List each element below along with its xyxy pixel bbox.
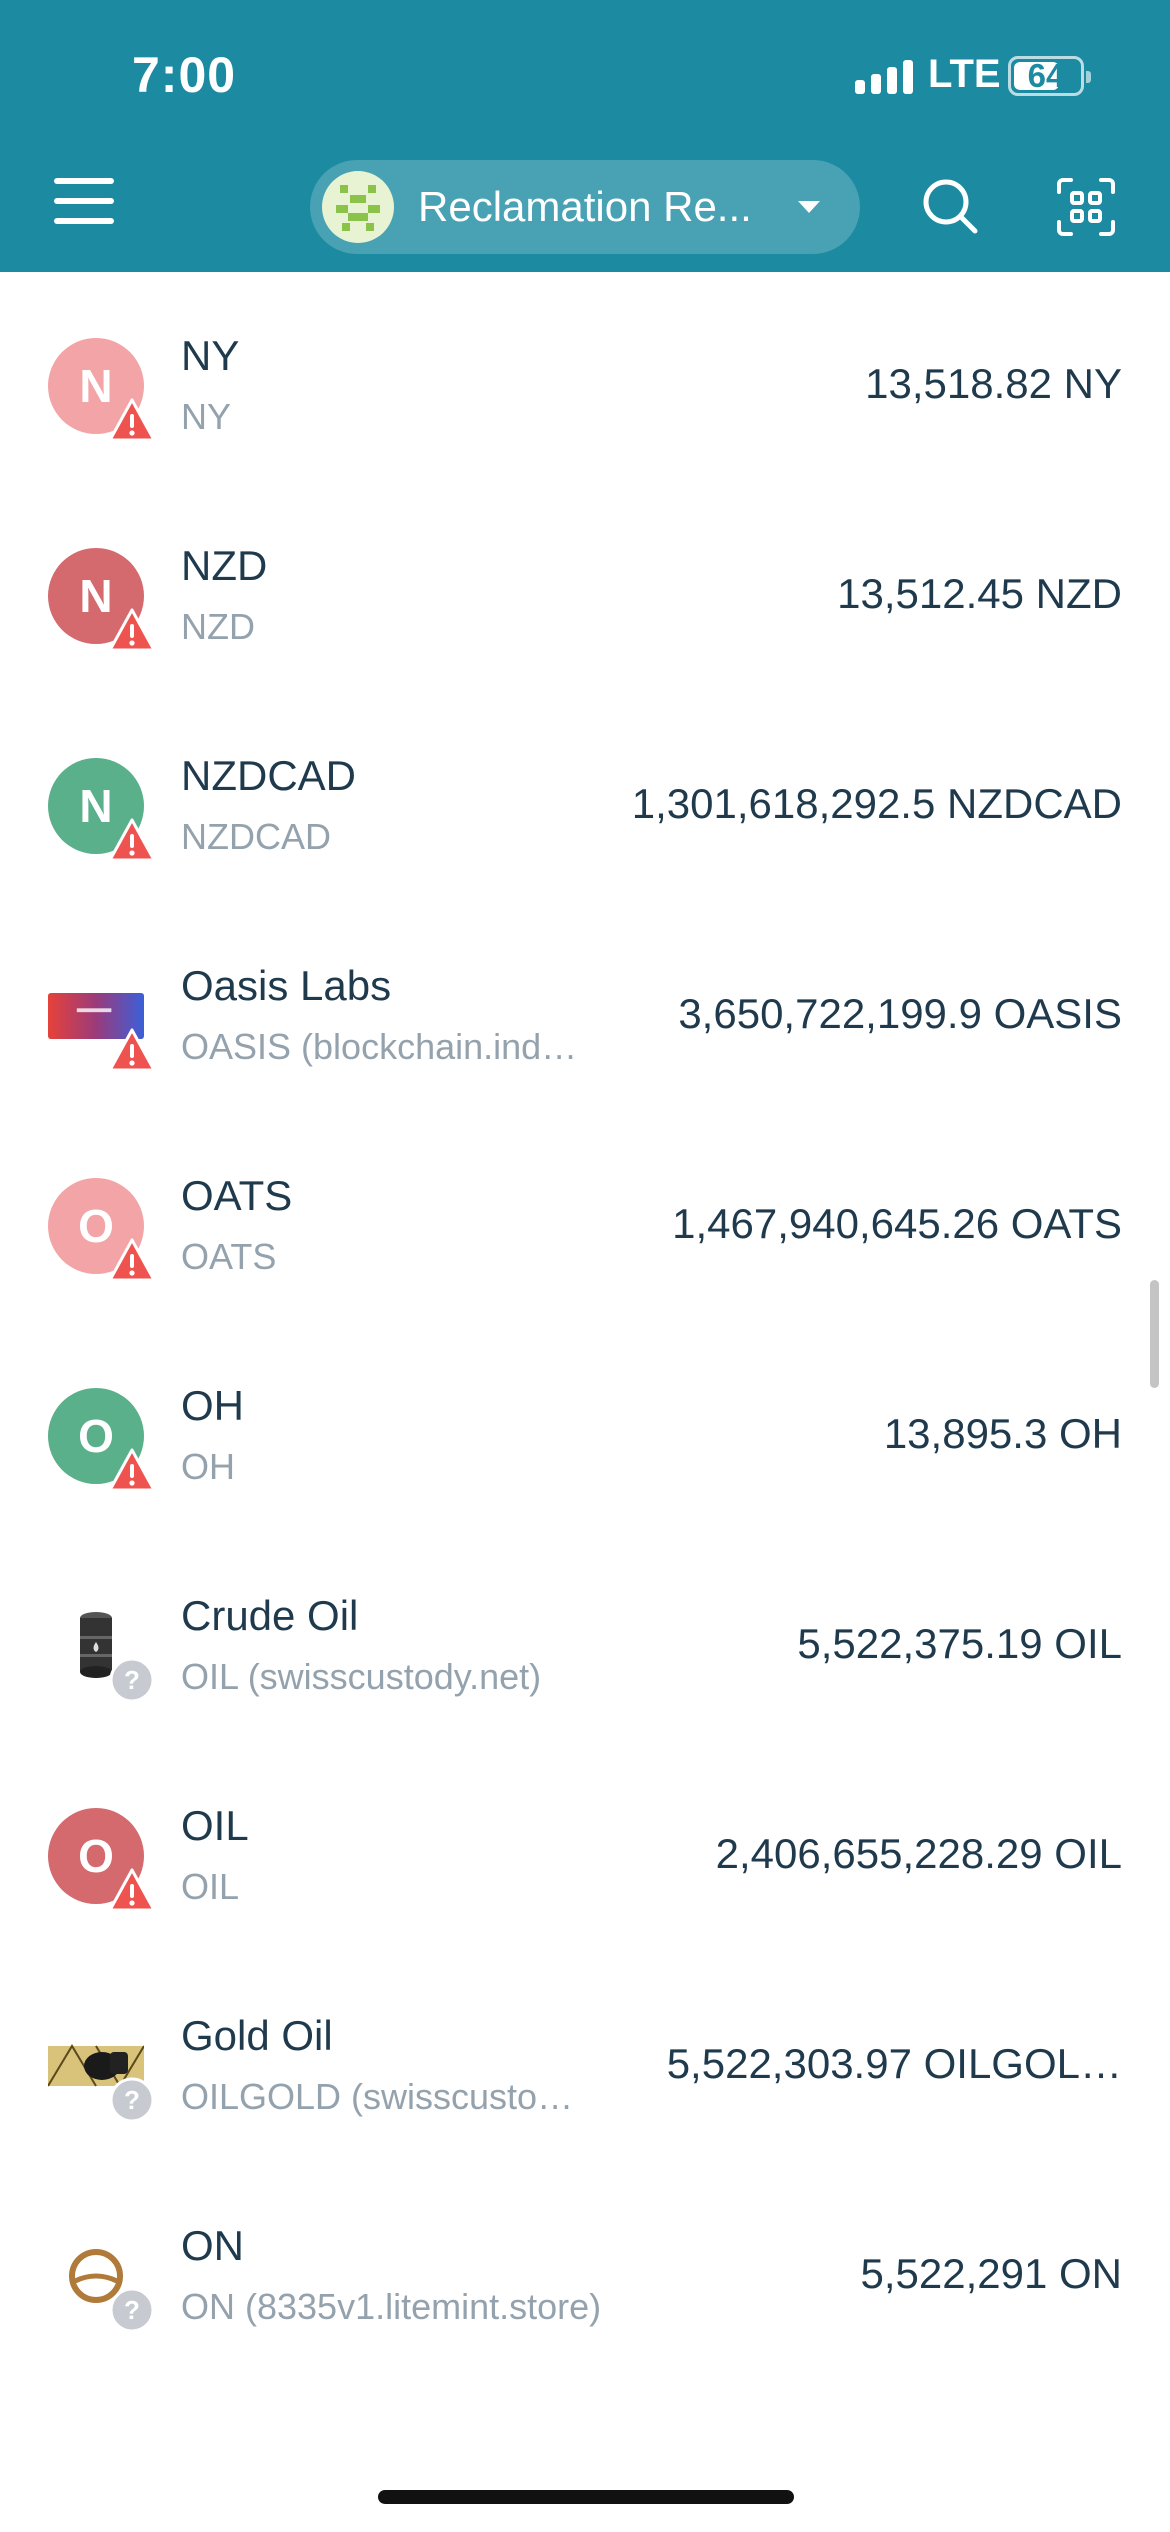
- asset-balance: 5,522,291 ON: [860, 2250, 1122, 2297]
- asset-balance: 13,512.45 NZD: [837, 570, 1122, 617]
- asset-name: NY: [181, 332, 240, 379]
- qr-scan-icon[interactable]: [1055, 176, 1117, 238]
- account-selector[interactable]: Reclamation Re...: [310, 160, 860, 254]
- asset-row-oats[interactable]: O OATS OATS 1,467,940,645.26 OATS: [0, 1112, 1170, 1322]
- network-type: LTE: [928, 52, 1001, 96]
- asset-code: OILGOLD (swisscusto…: [181, 2076, 574, 2117]
- asset-row-oh[interactable]: O OH OH 13,895.3 OH: [0, 1322, 1170, 1532]
- asset-code: OIL (swisscustody.net): [181, 1656, 542, 1697]
- warning-icon: [108, 396, 156, 444]
- asset-balance: 5,522,303.97 OILGOL…: [666, 2040, 1122, 2087]
- asset-code: NZDCAD: [181, 816, 331, 857]
- unknown-question-icon: ?: [108, 2076, 156, 2124]
- warning-icon: [108, 1446, 156, 1494]
- warning-icon: [108, 1866, 156, 1914]
- asset-code: OASIS (blockchain.ind…: [181, 1026, 578, 1067]
- asset-row-on[interactable]: ? ON ON (8335v1.litemint.store) 5,522,29…: [0, 2162, 1170, 2372]
- asset-row-oasis[interactable]: Oasis Labs OASIS (blockchain.ind… 3,650,…: [0, 902, 1170, 1112]
- asset-name: OH: [181, 1382, 244, 1429]
- chevron-down-icon: [798, 201, 820, 213]
- asset-code: ON (8335v1.litemint.store): [181, 2286, 602, 2327]
- asset-balance: 1,467,940,645.26 OATS: [672, 1200, 1122, 1247]
- asset-row-gold-oil[interactable]: ? Gold Oil OILGOLD (swisscusto… 5,522,30…: [0, 1952, 1170, 2162]
- asset-balance: 1,301,618,292.5 NZDCAD: [631, 780, 1122, 827]
- unknown-question-icon: ?: [108, 2286, 156, 2334]
- account-avatar-icon: [322, 171, 394, 243]
- account-name: Reclamation Re...: [418, 183, 752, 230]
- asset-code: OH: [181, 1446, 235, 1487]
- svg-text:?: ?: [124, 2295, 140, 2325]
- search-icon[interactable]: [920, 176, 980, 236]
- warning-icon: [108, 1026, 156, 1074]
- asset-row-nzd[interactable]: N NZD NZD 13,512.45 NZD: [0, 482, 1170, 692]
- battery-level: 64: [1027, 57, 1065, 94]
- warning-icon: [108, 816, 156, 864]
- scrollbar[interactable]: [1150, 1280, 1159, 1388]
- asset-row-oil[interactable]: O OIL OIL 2,406,655,228.29 OIL: [0, 1742, 1170, 1952]
- asset-balance: 2,406,655,228.29 OIL: [715, 1830, 1122, 1877]
- warning-icon: [108, 606, 156, 654]
- asset-name: ON: [181, 2222, 244, 2269]
- svg-text:?: ?: [124, 2085, 140, 2115]
- asset-name: NZD: [181, 542, 268, 589]
- asset-balance: 13,518.82 NY: [865, 360, 1122, 407]
- asset-row-nzdcad[interactable]: N NZDCAD NZDCAD 1,301,618,292.5 NZDCAD: [0, 692, 1170, 902]
- status-time: 7:00: [132, 47, 237, 103]
- asset-code: NZD: [181, 606, 255, 647]
- app-header: 7:00 LTE 64 Reclamation Re...: [0, 0, 1170, 272]
- asset-row-ny[interactable]: N NY NY 13,518.82 NY: [0, 272, 1170, 482]
- unknown-question-icon: ?: [108, 1656, 156, 1704]
- asset-balance: 5,522,375.19 OIL: [797, 1620, 1122, 1667]
- battery-icon: 64: [1008, 56, 1091, 96]
- asset-name: NZDCAD: [181, 752, 356, 799]
- home-indicator[interactable]: [378, 2490, 794, 2504]
- asset-name: Oasis Labs: [181, 962, 392, 1009]
- asset-balance: 13,895.3 OH: [883, 1410, 1122, 1457]
- asset-balance: 3,650,722,199.9 OASIS: [678, 990, 1122, 1037]
- asset-code: OIL: [181, 1866, 240, 1907]
- warning-icon: [108, 1236, 156, 1284]
- asset-list: N NY NY 13,518.82 NY N NZD NZD 13,512.45…: [0, 272, 1170, 2372]
- asset-code: OATS: [181, 1236, 277, 1277]
- asset-row-crude-oil[interactable]: ? Crude Oil OIL (swisscustody.net) 5,522…: [0, 1532, 1170, 1742]
- svg-text:?: ?: [124, 1665, 140, 1695]
- asset-name: OIL: [181, 1802, 249, 1849]
- signal-strength-icon: [855, 58, 913, 94]
- hamburger-menu-icon[interactable]: [54, 178, 114, 228]
- asset-name: OATS: [181, 1172, 293, 1219]
- asset-code: NY: [181, 396, 232, 437]
- asset-name: Gold Oil: [181, 2012, 333, 2059]
- asset-name: Crude Oil: [181, 1592, 359, 1639]
